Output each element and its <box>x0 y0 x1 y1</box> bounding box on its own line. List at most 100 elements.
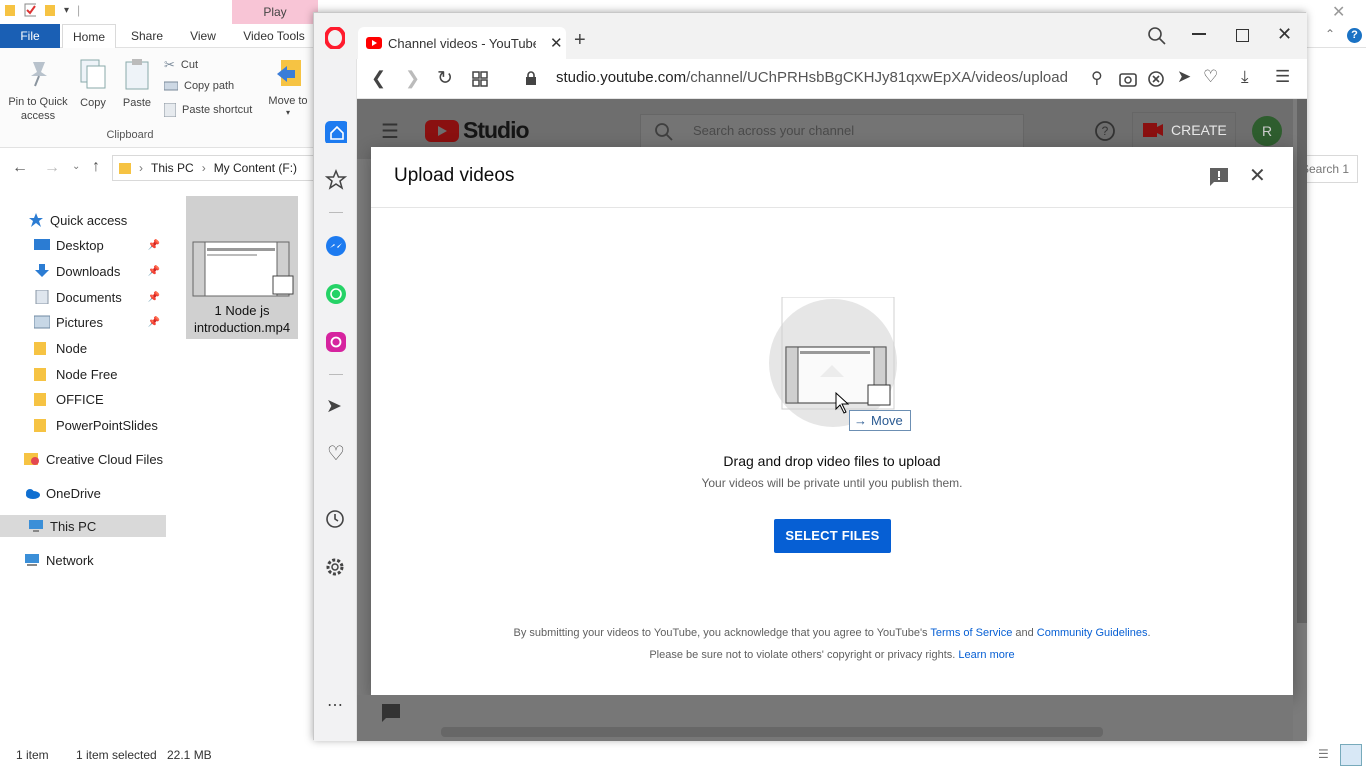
close-dialog-icon[interactable]: ✕ <box>1249 163 1266 188</box>
new-tab-plus-icon[interactable]: + <box>574 29 586 52</box>
downloads-icon[interactable]: ⤓ <box>1241 67 1249 87</box>
tab-grid-icon[interactable] <box>472 71 488 87</box>
send-to-flow-icon[interactable]: ➤ <box>1177 67 1191 87</box>
new-folder-icon[interactable] <box>44 3 56 17</box>
tab-home[interactable]: Home <box>62 24 116 48</box>
camera-snapshot-icon[interactable] <box>1119 71 1137 87</box>
easy-setup-icon[interactable]: ☰ <box>1275 67 1290 87</box>
file-item-selected[interactable]: 1 Node js introduction.mp4 <box>186 196 298 339</box>
video-file-thumbnail-icon <box>192 241 294 297</box>
tab-view[interactable]: View <box>180 24 226 48</box>
lock-icon[interactable] <box>525 71 537 86</box>
adblock-icon[interactable] <box>1148 71 1164 87</box>
instagram-icon[interactable] <box>325 331 347 353</box>
home-icon[interactable] <box>325 121 347 143</box>
tab-title: Channel videos - YouTube S <box>388 35 536 51</box>
pin-icon: 📌 <box>147 291 160 303</box>
avatar[interactable]: R <box>1252 116 1282 146</box>
nav-network[interactable]: Network <box>0 549 166 571</box>
zoom-search-icon[interactable]: ⚲ <box>1091 68 1103 88</box>
details-view-icon[interactable]: ☰ <box>1318 747 1329 761</box>
ribbon-collapse-chevron-icon[interactable]: ⌃ <box>1325 27 1335 41</box>
cut-button[interactable]: ✂ Cut <box>164 57 198 73</box>
nav-office[interactable]: OFFICE <box>0 388 166 410</box>
forward-icon[interactable]: ❯ <box>405 68 420 89</box>
move-to-icon <box>277 60 301 86</box>
tab-video-tools[interactable]: Video Tools <box>236 24 312 48</box>
nav-downloads[interactable]: Downloads 📌 <box>0 260 166 282</box>
forward-arrow-icon[interactable]: → <box>44 159 60 177</box>
opera-logo-icon[interactable] <box>325 27 345 49</box>
up-arrow-icon[interactable]: ↑ <box>92 158 100 176</box>
folder-icon <box>119 163 131 174</box>
feedback-icon[interactable] <box>1209 167 1229 187</box>
breadcrumb[interactable]: › This PC › My Content (F:) <box>112 155 320 181</box>
community-guidelines-link[interactable]: Community Guidelines <box>1037 627 1148 639</box>
terms-of-service-link[interactable]: Terms of Service <box>930 627 1012 639</box>
tab-share[interactable]: Share <box>124 24 170 48</box>
legal-text: Please be sure not to violate others' co… <box>649 649 959 661</box>
maximize-icon[interactable] <box>1236 29 1249 42</box>
studio-logo[interactable]: Studio <box>425 117 530 144</box>
search-tabs-icon[interactable] <box>1148 27 1166 45</box>
tab-file[interactable]: File <box>0 24 60 48</box>
messenger-icon[interactable] <box>325 235 347 257</box>
whatsapp-icon[interactable] <box>325 283 347 305</box>
more-dots-icon[interactable]: ⋯ <box>327 695 344 715</box>
nav-label: PowerPointSlides <box>56 417 158 433</box>
studio-search-input[interactable]: Search across your channel <box>640 114 1024 148</box>
create-button[interactable]: CREATE <box>1132 112 1236 148</box>
help-icon[interactable]: ? <box>1347 28 1362 43</box>
speed-dial-star-icon[interactable] <box>325 169 347 191</box>
my-flow-send-icon[interactable]: ➤ <box>326 395 342 418</box>
recent-dropdown-icon[interactable]: ⌄ <box>72 161 80 172</box>
nav-node-free[interactable]: Node Free <box>0 363 166 385</box>
large-icons-view-icon[interactable] <box>1340 744 1362 766</box>
nav-node[interactable]: Node <box>0 337 166 359</box>
horizontal-scrollbar[interactable] <box>441 727 1103 737</box>
copy-path-icon <box>164 81 178 91</box>
nav-pictures[interactable]: Pictures 📌 <box>0 311 166 333</box>
tab-close-icon[interactable]: ✕ <box>550 34 563 52</box>
history-clock-icon[interactable] <box>325 509 347 531</box>
minimize-icon[interactable] <box>1192 33 1206 35</box>
paste-shortcut-button[interactable]: Paste shortcut <box>164 103 252 117</box>
copy-path-button[interactable]: Copy path <box>164 80 234 92</box>
nav-this-pc[interactable]: This PC <box>0 515 166 537</box>
qat-dropdown-icon[interactable]: ▾ <box>64 5 69 16</box>
url-field[interactable]: studio.youtube.com/channel/UChPRHsbBgCKH… <box>556 69 1068 86</box>
nav-label: OFFICE <box>56 391 104 407</box>
properties-icon[interactable] <box>24 3 36 17</box>
nav-documents[interactable]: Documents 📌 <box>0 286 166 308</box>
nav-onedrive[interactable]: OneDrive <box>0 482 166 504</box>
nav-powerpointslides[interactable]: PowerPointSlides <box>0 414 166 436</box>
bookmarks-heart-icon[interactable]: ♡ <box>327 441 345 466</box>
breadcrumb-drive[interactable]: My Content (F:) <box>214 161 297 175</box>
pin-quick-access-button[interactable]: Pin to Quick access <box>4 58 72 123</box>
bookmark-heart-icon[interactable]: ♡ <box>1203 67 1218 87</box>
back-arrow-icon[interactable]: ← <box>12 159 28 177</box>
paste-button[interactable]: Paste <box>120 58 154 109</box>
move-to-button[interactable]: Move to ▾ <box>266 56 310 117</box>
window-close-icon[interactable]: ✕ <box>1277 24 1292 45</box>
help-icon[interactable]: ? <box>1094 120 1116 142</box>
nav-quick-access[interactable]: Quick access <box>0 209 166 231</box>
select-files-button[interactable]: SELECT FILES <box>774 519 891 553</box>
vertical-scrollbar[interactable] <box>1297 99 1307 623</box>
learn-more-link[interactable]: Learn more <box>958 649 1014 661</box>
copy-button[interactable]: Copy <box>76 58 110 109</box>
nav-label: Node Free <box>56 366 118 382</box>
nav-creative-cloud-files[interactable]: Creative Cloud Files <box>0 448 166 470</box>
hamburger-menu-icon[interactable]: ☰ <box>381 119 399 144</box>
settings-gear-icon[interactable] <box>325 557 347 579</box>
browser-tab-active[interactable]: Channel videos - YouTube S ✕ <box>358 27 566 59</box>
breadcrumb-this-pc[interactable]: This PC <box>151 161 194 175</box>
copy-path-label: Copy path <box>184 80 235 92</box>
reload-icon[interactable]: ↻ <box>437 67 453 90</box>
send-feedback-icon[interactable] <box>381 703 401 723</box>
close-icon[interactable]: ✕ <box>1332 2 1345 22</box>
tab-play[interactable]: Play <box>232 0 318 24</box>
back-icon[interactable]: ❮ <box>371 68 386 89</box>
nav-desktop[interactable]: Desktop 📌 <box>0 234 166 256</box>
status-bar: 1 item 1 item selected 22.1 MB ☰ <box>0 744 1366 768</box>
